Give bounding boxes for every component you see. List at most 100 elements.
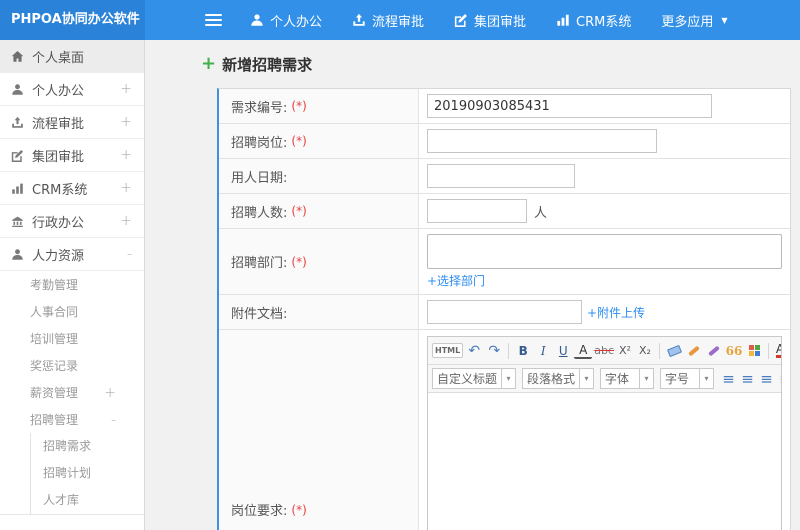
paragraph-format-select[interactable]: 段落格式 ▾ (522, 368, 595, 389)
sidebar-item-label: 人力资源 (32, 248, 85, 264)
sidebar-item-recruit-mgmt[interactable]: 招聘管理 - (0, 406, 144, 433)
align-left-icon[interactable]: ≡ (720, 369, 737, 389)
required-mark: (*) (291, 502, 307, 517)
sidebar-item-attendance[interactable]: 考勤管理 (0, 271, 144, 298)
field-value: HTML ↶ ↷ B I U A abc X² X₂ 66 自定义标题 ▾ 段落… (419, 330, 790, 530)
font-size-select[interactable]: 字号 ▾ (660, 368, 715, 389)
nav-group-approval[interactable]: 集团审批 (454, 11, 526, 30)
sidebar-item-group-approval[interactable]: 集团审批 + (0, 139, 144, 172)
editor-content[interactable] (428, 393, 781, 530)
sidebar-item-admin-office[interactable]: 行政办公 + (0, 205, 144, 238)
sidebar-item-label: 培训管理 (30, 332, 79, 346)
field-label: 岗位要求: (*) (219, 330, 419, 530)
workflow-icon (352, 13, 366, 27)
field-label-text: 岗位要求: (231, 504, 288, 519)
sidebar-item-training[interactable]: 培训管理 (0, 325, 144, 352)
demand-number-input[interactable] (427, 94, 712, 118)
bold-icon[interactable]: B (514, 341, 532, 361)
underline-icon[interactable]: U (554, 341, 572, 361)
toolbar-separator (659, 342, 660, 359)
headcount-input[interactable] (427, 199, 527, 223)
align-center-icon[interactable]: ≡ (739, 369, 756, 389)
blockquote-icon[interactable]: 66 (725, 341, 743, 361)
editor-toolbar-row1: HTML ↶ ↷ B I U A abc X² X₂ 66 (428, 337, 781, 365)
page-title-row: + 新增招聘需求 (201, 52, 792, 76)
nav-workflow-approval[interactable]: 流程审批 (352, 11, 424, 30)
align-justify-icon[interactable]: ≡ (777, 369, 781, 389)
divider (0, 514, 144, 515)
format-brush-icon[interactable] (685, 341, 703, 361)
superscript-icon[interactable]: X² (616, 341, 634, 361)
align-right-icon[interactable]: ≡ (758, 369, 775, 389)
expand-minus-icon: - (126, 246, 132, 262)
sidebar-item-workflow-approval[interactable]: 流程审批 + (0, 106, 144, 139)
font-color-icon[interactable]: A ▾ (774, 341, 781, 361)
sidebar-item-talent-pool[interactable]: 人才库 (31, 487, 144, 514)
sidebar-item-salary[interactable]: 薪资管理 + (0, 379, 144, 406)
attachment-input[interactable] (427, 300, 582, 324)
department-textarea[interactable] (427, 234, 782, 269)
html-source-button[interactable]: HTML (432, 343, 464, 358)
caret-down-icon: ▾ (639, 369, 653, 388)
home-icon (11, 50, 32, 63)
recruit-submenu: 招聘需求 招聘计划 人才库 (30, 433, 144, 514)
person-icon (11, 83, 32, 96)
caret-down-icon: ▾ (699, 369, 713, 388)
expand-plus-icon: + (120, 180, 132, 196)
strikethrough-icon[interactable]: abc (594, 341, 614, 361)
sidebar-item-label: 考勤管理 (30, 278, 79, 292)
rich-text-editor: HTML ↶ ↷ B I U A abc X² X₂ 66 自定义标题 ▾ 段落… (427, 336, 782, 530)
nav-personal-office[interactable]: 个人办公 (250, 11, 322, 30)
building-icon (11, 215, 32, 228)
app-logo[interactable]: PHPOA协同办公软件 (0, 0, 145, 40)
subscript-icon[interactable]: X₂ (636, 341, 654, 361)
font-border-icon[interactable]: A (574, 342, 593, 359)
menu-toggle-icon[interactable] (201, 10, 226, 30)
sidebar-item-hr-contract[interactable]: 人事合同 (0, 298, 144, 325)
headcount-unit: 人 (534, 205, 548, 221)
field-label-text: 用人日期: (231, 170, 288, 186)
nav-more-apps[interactable]: 更多应用 ▼ (661, 11, 727, 30)
field-label: 招聘岗位: (*) (219, 124, 419, 158)
sidebar-item-label: 人事合同 (30, 305, 79, 319)
form-row-attachment: 附件文档: +附件上传 (219, 295, 790, 330)
field-label-text: 招聘岗位: (231, 135, 288, 151)
required-mark: (*) (291, 134, 307, 148)
field-value: +附件上传 (419, 295, 790, 329)
redo-icon[interactable]: ↷ (485, 341, 503, 361)
caret-down-icon: ▼ (721, 15, 728, 25)
sidebar-item-hr[interactable]: 人力资源 - (0, 238, 144, 271)
required-mark: (*) (291, 204, 307, 218)
field-label-text: 招聘人数: (231, 205, 288, 221)
sidebar-item-label: 个人桌面 (32, 50, 85, 66)
workflow-icon (11, 116, 32, 129)
topbar: PHPOA协同办公软件 个人办公 流程审批 集团审批 CRM系统 更多应用 ▼ (0, 0, 800, 40)
required-mark: (*) (291, 99, 307, 113)
nav-crm[interactable]: CRM系统 (556, 11, 631, 30)
sidebar-item-label: CRM系统 (32, 182, 88, 198)
form-row-demand-number: 需求编号: (*) (219, 89, 790, 124)
upload-attachment-link[interactable]: +附件上传 (587, 304, 645, 321)
sidebar-item-crm[interactable]: CRM系统 + (0, 172, 144, 205)
recruitment-form: 需求编号: (*) 招聘岗位: (*) 用人日期: (217, 88, 791, 530)
page-title: 新增招聘需求 (222, 55, 313, 74)
sidebar-item-personal-office[interactable]: 个人办公 + (0, 73, 144, 106)
sidebar-item-rewards[interactable]: 奖惩记录 (0, 352, 144, 379)
eraser-icon[interactable] (665, 341, 683, 361)
sidebar-item-recruit-demand[interactable]: 招聘需求 (31, 433, 144, 460)
select-department-link[interactable]: +选择部门 (427, 272, 485, 289)
field-label-text: 需求编号: (231, 100, 288, 116)
expand-plus-icon: + (120, 114, 132, 130)
custom-title-select[interactable]: 自定义标题 ▾ (432, 368, 517, 389)
color-grid-icon[interactable] (745, 341, 763, 361)
marker-pen-icon[interactable] (705, 341, 723, 361)
italic-icon[interactable]: I (534, 341, 552, 361)
font-family-select[interactable]: 字体 ▾ (600, 368, 655, 389)
sidebar-item-personal-desktop[interactable]: 个人桌面 (0, 40, 144, 73)
sidebar: 个人桌面 个人办公 + 流程审批 + 集团审批 + CRM系统 + 行政办公 +… (0, 40, 145, 530)
position-input[interactable] (427, 129, 657, 153)
use-date-input[interactable] (427, 164, 575, 188)
bar-chart-icon (11, 182, 32, 195)
undo-icon[interactable]: ↶ (465, 341, 483, 361)
sidebar-item-recruit-plan[interactable]: 招聘计划 (31, 460, 144, 487)
